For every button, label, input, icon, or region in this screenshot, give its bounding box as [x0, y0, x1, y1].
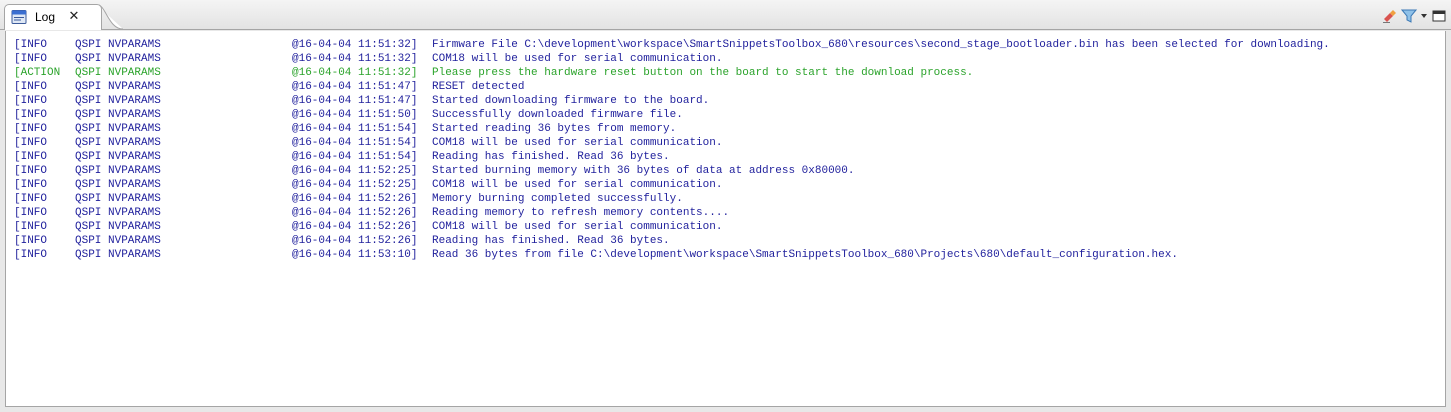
log-timestamp: @16-04-04 11:51:54]	[292, 137, 418, 149]
log-row[interactable]: [INFO QSPI NVPARAMS @16-04-04 11:51:47] RES…	[14, 80, 1445, 94]
log-message: Firmware File C:\development\workspace\S…	[432, 39, 1330, 51]
maximize-icon[interactable]	[1431, 8, 1447, 24]
log-timestamp: @16-04-04 11:51:47]	[292, 95, 418, 107]
log-message: Reading has finished. Read 36 bytes.	[432, 151, 670, 163]
log-module: QSPI NVPARAMS	[75, 165, 161, 177]
log-level: [INFO	[14, 151, 48, 163]
close-icon[interactable]: ✕	[68, 10, 80, 23]
log-module: QSPI NVPARAMS	[75, 137, 161, 149]
log-row[interactable]: [INFO QSPI NVPARAMS @16-04-04 11:52:26] Rea…	[14, 234, 1445, 248]
log-row[interactable]: [INFO QSPI NVPARAMS @16-04-04 11:51:32] COM…	[14, 52, 1445, 66]
log-module: QSPI NVPARAMS	[75, 179, 161, 191]
log-content[interactable]: [INFO QSPI NVPARAMS @16-04-04 11:51:32] Fir…	[5, 31, 1446, 407]
log-timestamp: @16-04-04 11:52:26]	[292, 193, 418, 205]
log-row[interactable]: [INFO QSPI NVPARAMS @16-04-04 11:51:54] Rea…	[14, 150, 1445, 164]
log-level: [INFO	[14, 235, 48, 247]
log-row[interactable]: [INFO QSPI NVPARAMS @16-04-04 11:51:54] Sta…	[14, 122, 1445, 136]
log-level: [INFO	[14, 221, 48, 233]
log-module: QSPI NVPARAMS	[75, 235, 161, 247]
log-level: [INFO	[14, 193, 48, 205]
log-module: QSPI NVPARAMS	[75, 67, 161, 79]
log-level: [INFO	[14, 109, 48, 121]
log-level: [INFO	[14, 39, 48, 51]
log-message: Successfully downloaded firmware file.	[432, 109, 683, 121]
log-view: Log ✕ [INFO QSPI NVPARAMS @16-04-04 11:5…	[0, 0, 1451, 412]
log-level: [INFO	[14, 95, 48, 107]
log-timestamp: @16-04-04 11:52:25]	[292, 179, 418, 191]
log-level: [INFO	[14, 81, 48, 93]
log-message: COM18 will be used for serial communicat…	[432, 137, 723, 149]
tab-bar: Log ✕	[0, 0, 1451, 30]
log-message: COM18 will be used for serial communicat…	[432, 53, 723, 65]
log-timestamp: @16-04-04 11:51:54]	[292, 123, 418, 135]
log-row[interactable]: [INFO QSPI NVPARAMS @16-04-04 11:52:26] COM…	[14, 220, 1445, 234]
log-row[interactable]: [INFO QSPI NVPARAMS @16-04-04 11:51:54] COM…	[14, 136, 1445, 150]
log-module: QSPI NVPARAMS	[75, 109, 161, 121]
log-level: [INFO	[14, 207, 48, 219]
log-timestamp: @16-04-04 11:51:47]	[292, 81, 418, 93]
log-timestamp: @16-04-04 11:53:10]	[292, 249, 418, 261]
filter-icon[interactable]	[1400, 8, 1418, 24]
log-message: Started burning memory with 36 bytes of …	[432, 165, 855, 177]
log-row[interactable]: [INFO QSPI NVPARAMS @16-04-04 11:52:26] Rea…	[14, 206, 1445, 220]
log-row[interactable]: [INFO QSPI NVPARAMS @16-04-04 11:52:26] Mem…	[14, 192, 1445, 206]
log-message: Started reading 36 bytes from memory.	[432, 123, 677, 135]
log-module: QSPI NVPARAMS	[75, 249, 161, 261]
log-module: QSPI NVPARAMS	[75, 81, 161, 93]
log-message: Started downloading firmware to the boar…	[432, 95, 710, 107]
log-message: Read 36 bytes from file C:\development\w…	[432, 249, 1178, 261]
log-row[interactable]: [INFO QSPI NVPARAMS @16-04-04 11:51:32] Fir…	[14, 38, 1445, 52]
log-module: QSPI NVPARAMS	[75, 193, 161, 205]
tab-title: Log	[35, 10, 56, 24]
log-message: RESET detected	[432, 81, 525, 93]
log-level: [INFO	[14, 137, 48, 149]
log-module: QSPI NVPARAMS	[75, 95, 161, 107]
log-message: Reading has finished. Read 36 bytes.	[432, 235, 670, 247]
log-module: QSPI NVPARAMS	[75, 39, 161, 51]
log-row[interactable]: [INFO QSPI NVPARAMS @16-04-04 11:51:50] Suc…	[14, 108, 1445, 122]
log-table: [INFO QSPI NVPARAMS @16-04-04 11:51:32] Fir…	[14, 38, 1445, 262]
clear-log-icon[interactable]	[1382, 8, 1398, 24]
log-row[interactable]: [INFO QSPI NVPARAMS @16-04-04 11:53:10] Rea…	[14, 248, 1445, 262]
log-message: COM18 will be used for serial communicat…	[432, 221, 723, 233]
log-message: Memory burning completed successfully.	[432, 193, 683, 205]
log-module: QSPI NVPARAMS	[75, 207, 161, 219]
log-timestamp: @16-04-04 11:51:32]	[292, 53, 418, 65]
log-timestamp: @16-04-04 11:52:26]	[292, 207, 418, 219]
log-row[interactable]: [ACTION QSPI NVPARAMS @16-04-04 11:51:32] P…	[14, 66, 1445, 80]
log-timestamp: @16-04-04 11:51:50]	[292, 109, 418, 121]
log-timestamp: @16-04-04 11:51:54]	[292, 151, 418, 163]
log-level: [ACTION	[14, 67, 61, 79]
log-module: QSPI NVPARAMS	[75, 53, 161, 65]
log-level: [INFO	[14, 179, 48, 191]
log-file-icon	[11, 10, 27, 24]
log-message: Reading memory to refresh memory content…	[432, 207, 730, 219]
log-module: QSPI NVPARAMS	[75, 123, 161, 135]
log-level: [INFO	[14, 53, 48, 65]
log-level: [INFO	[14, 249, 48, 261]
log-level: [INFO	[14, 165, 48, 177]
log-module: QSPI NVPARAMS	[75, 221, 161, 233]
log-level: [INFO	[14, 123, 48, 135]
tab-log[interactable]: Log ✕	[4, 4, 102, 30]
log-row[interactable]: [INFO QSPI NVPARAMS @16-04-04 11:51:47] Sta…	[14, 94, 1445, 108]
log-timestamp: @16-04-04 11:51:32]	[292, 67, 418, 79]
view-toolbar	[1382, 8, 1447, 24]
log-module: QSPI NVPARAMS	[75, 151, 161, 163]
view-menu-chevron-icon[interactable]	[1420, 8, 1428, 24]
log-row[interactable]: [INFO QSPI NVPARAMS @16-04-04 11:52:25] Sta…	[14, 164, 1445, 178]
log-row[interactable]: [INFO QSPI NVPARAMS @16-04-04 11:52:25] COM…	[14, 178, 1445, 192]
log-message: Please press the hardware reset button o…	[432, 67, 974, 79]
log-timestamp: @16-04-04 11:52:26]	[292, 235, 418, 247]
log-timestamp: @16-04-04 11:52:25]	[292, 165, 418, 177]
log-timestamp: @16-04-04 11:52:26]	[292, 221, 418, 233]
log-timestamp: @16-04-04 11:51:32]	[292, 39, 418, 51]
log-message: COM18 will be used for serial communicat…	[432, 179, 723, 191]
